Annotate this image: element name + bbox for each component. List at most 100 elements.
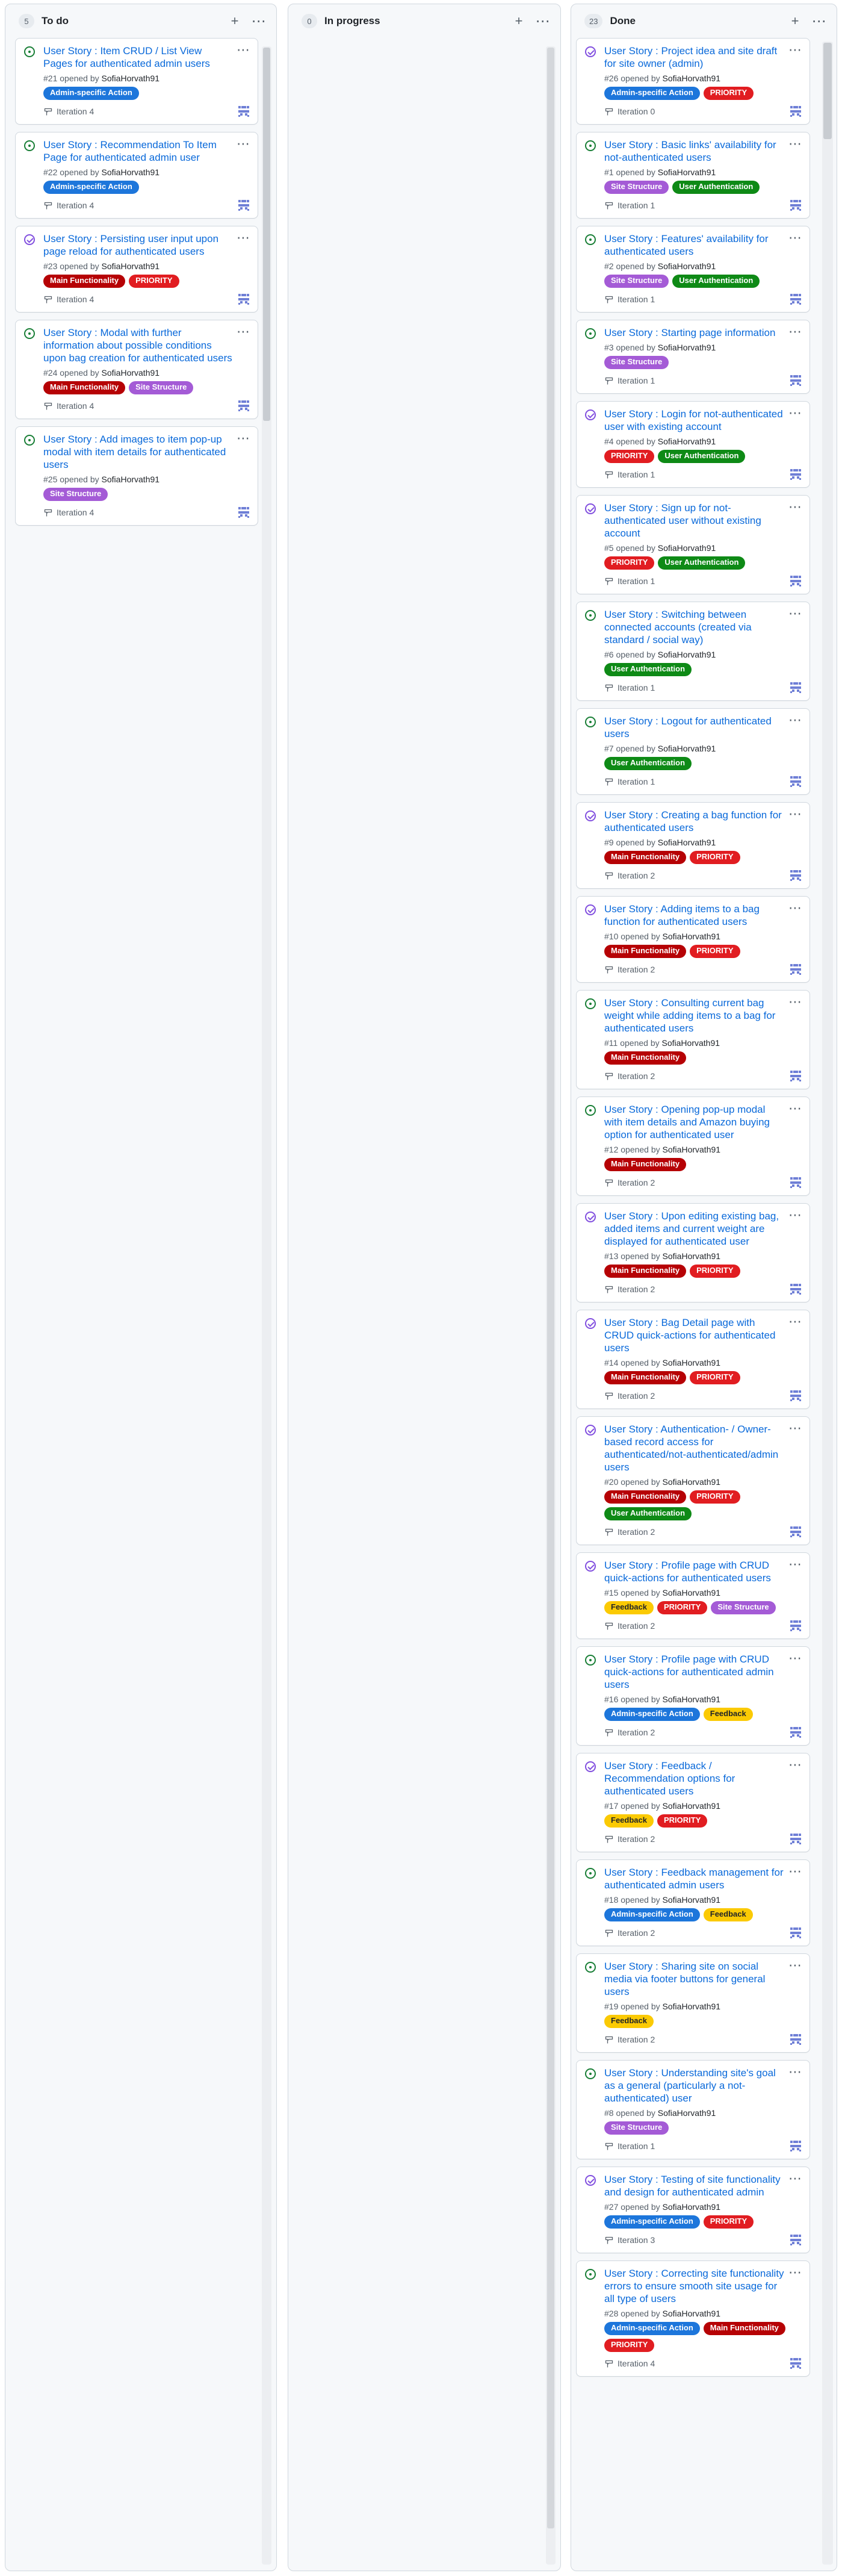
label-badge[interactable]: User Authentication bbox=[658, 450, 746, 463]
card-menu-icon[interactable]: ⋯ bbox=[788, 1314, 802, 1330]
label-badge[interactable]: PRIORITY bbox=[703, 87, 754, 100]
card-menu-icon[interactable]: ⋯ bbox=[788, 230, 802, 246]
label-badge[interactable]: PRIORITY bbox=[690, 945, 740, 958]
label-badge[interactable]: Site Structure bbox=[604, 181, 669, 194]
issue-title-link[interactable]: User Story : Modal with further informat… bbox=[43, 326, 234, 364]
card-menu-icon[interactable]: ⋯ bbox=[788, 1420, 802, 1436]
avatar[interactable] bbox=[789, 681, 802, 694]
issue-card[interactable]: ⋯ User Story : Profile page with CRUD qu… bbox=[576, 1552, 810, 1639]
issue-card[interactable]: ⋯ User Story : Correcting site functiona… bbox=[576, 2260, 810, 2377]
issue-card[interactable]: ⋯ User Story : Recommendation To Item Pa… bbox=[15, 132, 258, 219]
issue-title-link[interactable]: User Story : Bag Detail page with CRUD q… bbox=[604, 1316, 785, 1354]
issue-title-link[interactable]: User Story : Creating a bag function for… bbox=[604, 809, 785, 834]
card-menu-icon[interactable]: ⋯ bbox=[788, 42, 802, 58]
issue-author[interactable]: SofiaHorvath91 bbox=[658, 838, 716, 847]
column-menu-icon[interactable]: ⋯ bbox=[250, 12, 268, 30]
issue-title-link[interactable]: User Story : Sign up for not-authenticat… bbox=[604, 502, 785, 540]
label-badge[interactable]: Feedback bbox=[703, 1708, 753, 1721]
avatar[interactable] bbox=[789, 2357, 802, 2370]
label-badge[interactable]: Admin-specific Action bbox=[604, 1908, 700, 1921]
card-menu-icon[interactable]: ⋯ bbox=[788, 1958, 802, 1973]
issue-title-link[interactable]: User Story : Correcting site functionali… bbox=[604, 2267, 785, 2305]
label-badge[interactable]: PRIORITY bbox=[604, 556, 655, 570]
avatar[interactable] bbox=[789, 574, 802, 588]
avatar[interactable] bbox=[789, 1619, 802, 1632]
card-menu-icon[interactable]: ⋯ bbox=[788, 1557, 802, 1572]
issue-title-link[interactable]: User Story : Authentication- / Owner-bas… bbox=[604, 1423, 785, 1473]
issue-title-link[interactable]: User Story : Persisting user input upon … bbox=[43, 232, 234, 258]
card-menu-icon[interactable]: ⋯ bbox=[788, 712, 802, 728]
issue-card[interactable]: ⋯ User Story : Features' availability fo… bbox=[576, 226, 810, 313]
label-badge[interactable]: PRIORITY bbox=[657, 1601, 708, 1614]
card-menu-icon[interactable]: ⋯ bbox=[788, 1650, 802, 1666]
card-menu-icon[interactable]: ⋯ bbox=[788, 1207, 802, 1223]
issue-title-link[interactable]: User Story : Item CRUD / List View Pages… bbox=[43, 45, 234, 70]
add-card-icon[interactable]: + bbox=[510, 12, 528, 30]
label-badge[interactable]: Main Functionality bbox=[604, 1265, 687, 1278]
issue-card[interactable]: ⋯ User Story : Adding items to a bag fun… bbox=[576, 896, 810, 983]
label-badge[interactable]: Admin-specific Action bbox=[43, 181, 139, 194]
issue-author[interactable]: SofiaHorvath91 bbox=[102, 73, 160, 83]
label-badge[interactable]: Feedback bbox=[604, 1601, 654, 1614]
issue-author[interactable]: SofiaHorvath91 bbox=[663, 1145, 721, 1154]
issue-title-link[interactable]: User Story : Feedback / Recommendation o… bbox=[604, 1759, 785, 1797]
avatar[interactable] bbox=[789, 1525, 802, 1538]
avatar[interactable] bbox=[789, 1069, 802, 1083]
label-badge[interactable]: Admin-specific Action bbox=[604, 87, 700, 100]
issue-author[interactable]: SofiaHorvath91 bbox=[663, 1588, 721, 1598]
scrollbar-thumb[interactable] bbox=[263, 48, 270, 421]
issue-author[interactable]: SofiaHorvath91 bbox=[663, 2002, 721, 2011]
avatar[interactable] bbox=[789, 1389, 802, 1402]
issue-card[interactable]: ⋯ User Story : Profile page with CRUD qu… bbox=[576, 1646, 810, 1746]
label-badge[interactable]: Admin-specific Action bbox=[604, 2322, 700, 2335]
card-menu-icon[interactable]: ⋯ bbox=[788, 994, 802, 1010]
label-badge[interactable]: User Authentication bbox=[658, 556, 746, 570]
label-badge[interactable]: Admin-specific Action bbox=[43, 87, 139, 100]
card-menu-icon[interactable]: ⋯ bbox=[237, 431, 250, 446]
issue-author[interactable]: SofiaHorvath91 bbox=[663, 1477, 721, 1487]
card-menu-icon[interactable]: ⋯ bbox=[788, 2265, 802, 2280]
issue-card[interactable]: ⋯ User Story : Upon editing existing bag… bbox=[576, 1203, 810, 1302]
issue-author[interactable]: SofiaHorvath91 bbox=[663, 1895, 721, 1905]
issue-author[interactable]: SofiaHorvath91 bbox=[663, 2202, 721, 2212]
issue-card[interactable]: ⋯ User Story : Switching between connect… bbox=[576, 602, 810, 701]
avatar[interactable] bbox=[789, 1176, 802, 1189]
issue-title-link[interactable]: User Story : Upon editing existing bag, … bbox=[604, 1210, 785, 1248]
issue-author[interactable]: SofiaHorvath91 bbox=[102, 261, 160, 271]
issue-author[interactable]: SofiaHorvath91 bbox=[663, 1694, 721, 1704]
issue-author[interactable]: SofiaHorvath91 bbox=[658, 650, 716, 659]
issue-card[interactable]: ⋯ User Story : Understanding site's goal… bbox=[576, 2060, 810, 2159]
label-badge[interactable]: Feedback bbox=[703, 1908, 753, 1921]
column-scrollbar[interactable] bbox=[822, 42, 833, 2565]
issue-title-link[interactable]: User Story : Profile page with CRUD quic… bbox=[604, 1653, 785, 1691]
label-badge[interactable]: Main Functionality bbox=[604, 945, 687, 958]
label-badge[interactable]: Site Structure bbox=[129, 381, 194, 394]
issue-title-link[interactable]: User Story : Feedback management for aut… bbox=[604, 1866, 785, 1891]
label-badge[interactable]: User Authentication bbox=[604, 1507, 692, 1520]
card-menu-icon[interactable]: ⋯ bbox=[237, 230, 250, 246]
card-menu-icon[interactable]: ⋯ bbox=[237, 324, 250, 340]
avatar[interactable] bbox=[237, 199, 250, 212]
issue-title-link[interactable]: User Story : Sharing site on social medi… bbox=[604, 1960, 785, 1998]
label-badge[interactable]: PRIORITY bbox=[129, 275, 179, 288]
issue-author[interactable]: SofiaHorvath91 bbox=[663, 1358, 721, 1367]
avatar[interactable] bbox=[789, 1283, 802, 1296]
issue-author[interactable]: SofiaHorvath91 bbox=[662, 1038, 720, 1048]
label-badge[interactable]: PRIORITY bbox=[690, 1371, 740, 1384]
issue-card[interactable]: ⋯ User Story : Modal with further inform… bbox=[15, 320, 258, 419]
card-menu-icon[interactable]: ⋯ bbox=[788, 2171, 802, 2186]
avatar[interactable] bbox=[789, 1926, 802, 1940]
avatar[interactable] bbox=[789, 374, 802, 387]
label-badge[interactable]: Admin-specific Action bbox=[604, 1708, 700, 1721]
issue-author[interactable]: SofiaHorvath91 bbox=[663, 1251, 721, 1261]
issue-title-link[interactable]: User Story : Testing of site functionali… bbox=[604, 2173, 785, 2198]
column-scrollbar[interactable] bbox=[262, 46, 271, 2565]
avatar[interactable] bbox=[789, 2233, 802, 2247]
label-badge[interactable]: Main Functionality bbox=[604, 1158, 687, 1171]
issue-card[interactable]: ⋯ User Story : Testing of site functiona… bbox=[576, 2167, 810, 2253]
issue-title-link[interactable]: User Story : Adding items to a bag funct… bbox=[604, 903, 785, 928]
label-badge[interactable]: User Authentication bbox=[604, 757, 692, 770]
issue-card[interactable]: ⋯ User Story : Basic links' availability… bbox=[576, 132, 810, 219]
avatar[interactable] bbox=[789, 105, 802, 118]
label-badge[interactable]: PRIORITY bbox=[703, 2215, 754, 2229]
